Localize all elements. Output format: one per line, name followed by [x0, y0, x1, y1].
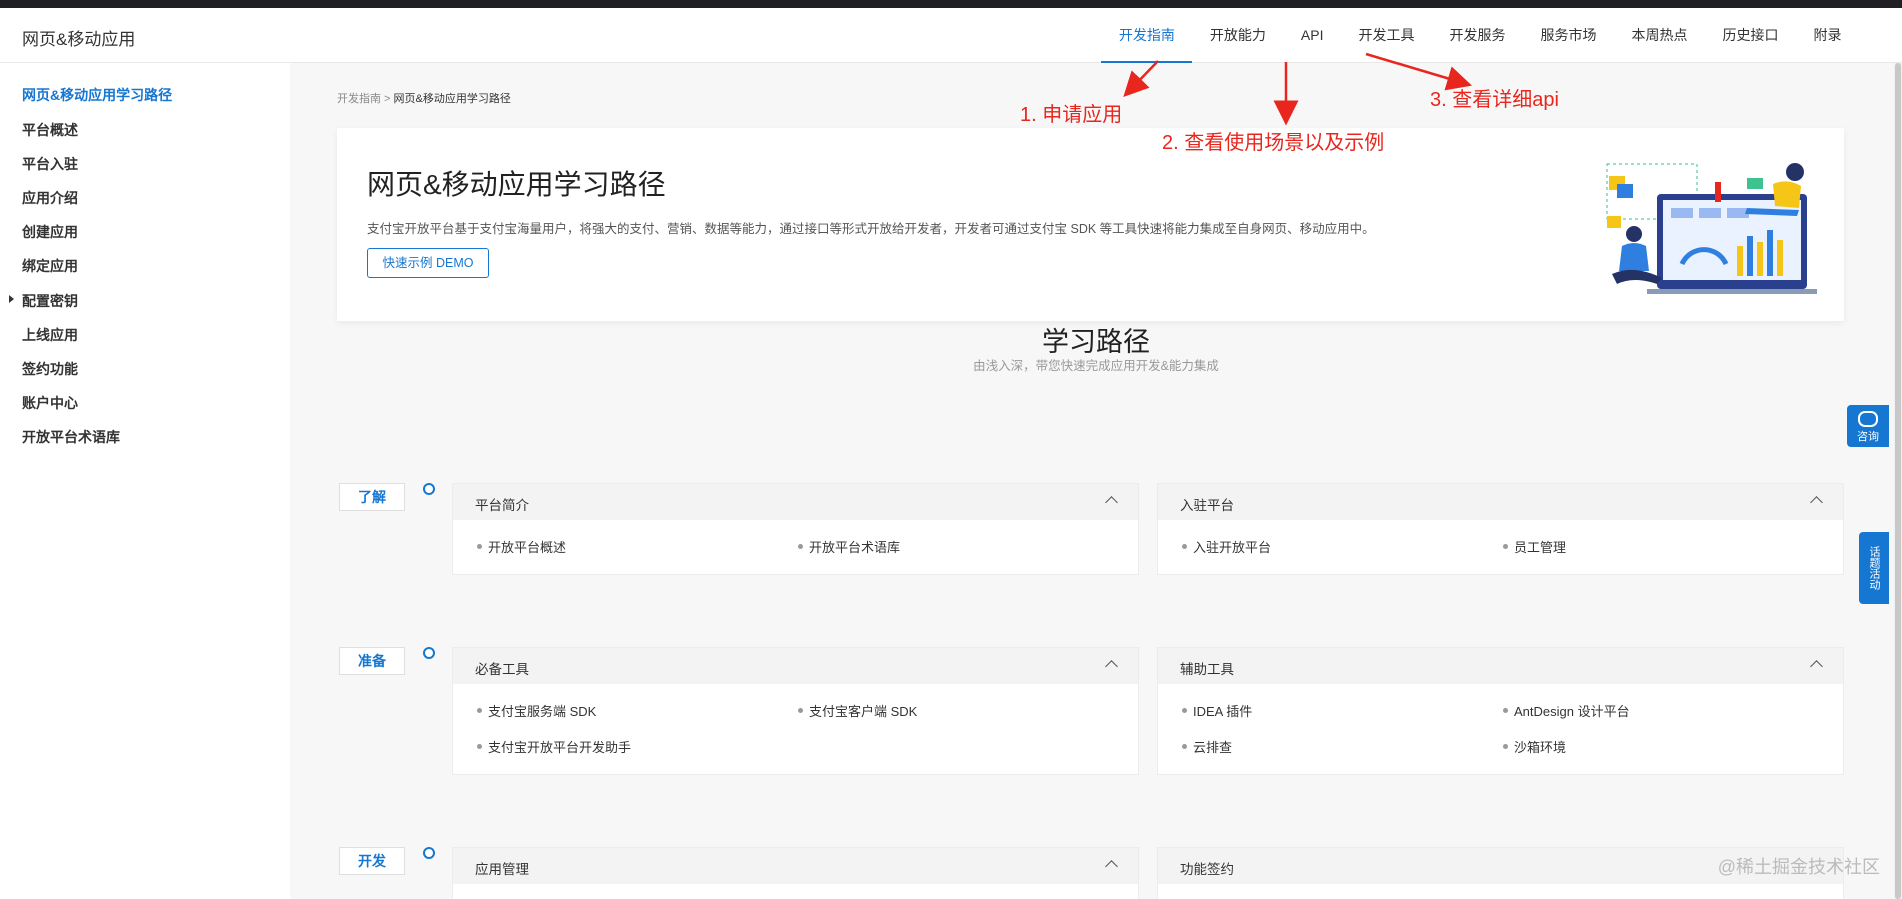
- hero-card: 网页&移动应用学习路径 支付宝开放平台基于支付宝海量用户，将强大的支付、营销、数…: [337, 128, 1844, 321]
- nav-appendix[interactable]: 附录: [1796, 8, 1859, 62]
- sidebar-item-sign-feature[interactable]: 签约功能: [22, 359, 78, 379]
- card-platform-intro: 平台简介 开放平台概述 开放平台术语库: [452, 483, 1139, 575]
- list-item[interactable]: 开放平台概述: [476, 537, 566, 556]
- top-strip: [0, 0, 1902, 8]
- breadcrumb-parent[interactable]: 开发指南: [337, 93, 381, 105]
- sidebar-item-config-key[interactable]: 配置密钥: [22, 291, 78, 311]
- card-header[interactable]: 入驻平台: [1158, 484, 1843, 520]
- sidebar-item-glossary[interactable]: 开放平台术语库: [22, 427, 120, 447]
- quick-demo-button[interactable]: 快速示例 DEMO: [367, 248, 489, 278]
- list-item[interactable]: 云排查: [1181, 737, 1232, 756]
- nav-dev-guide[interactable]: 开发指南: [1101, 8, 1193, 63]
- list-item[interactable]: AntDesign 设计平台: [1503, 701, 1630, 720]
- card-title: 应用管理: [475, 862, 529, 877]
- list-item[interactable]: 沙箱环境: [1502, 737, 1566, 756]
- nav-api[interactable]: API: [1283, 8, 1341, 62]
- sidebar-item-create-app[interactable]: 创建应用: [22, 222, 78, 242]
- breadcrumb-current: 网页&移动应用学习路径: [393, 93, 511, 105]
- annotation-apply-app: 1. 申请应用: [1020, 104, 1123, 126]
- card-title: 平台简介: [475, 498, 529, 513]
- sidebar-item-learning-path[interactable]: 网页&移动应用学习路径: [22, 85, 172, 105]
- caret-right-icon[interactable]: [9, 295, 14, 303]
- annotation-view-scenarios: 2. 查看使用场景以及示例: [1162, 132, 1385, 154]
- sidebar: 网页&移动应用学习路径 平台概述 平台入驻 应用介绍 创建应用 绑定应用 配置密…: [0, 63, 290, 899]
- top-nav: 开发指南 开放能力 API 开发工具 开发服务 服务市场 本周热点 历史接口 附…: [1101, 8, 1859, 63]
- card-join-platform: 入驻平台 入驻开放平台 员工管理: [1157, 483, 1844, 575]
- chevron-up-icon[interactable]: [1105, 660, 1118, 673]
- nav-dev-services[interactable]: 开发服务: [1432, 8, 1523, 62]
- nav-dev-tools[interactable]: 开发工具: [1341, 8, 1432, 62]
- sidebar-item-onboarding[interactable]: 平台入驻: [22, 154, 78, 174]
- nav-history-api[interactable]: 历史接口: [1705, 8, 1796, 62]
- stage-tag-develop: 开发: [339, 847, 405, 875]
- list-item[interactable]: 支付宝服务端 SDK: [476, 701, 596, 720]
- stage-dot-icon: [423, 483, 435, 495]
- chevron-up-icon[interactable]: [1105, 496, 1118, 509]
- card-required-tools: 必备工具 支付宝服务端 SDK 支付宝客户端 SDK 支付宝开放平台开发助手: [452, 647, 1139, 775]
- card-aux-tools: 辅助工具 IDEA 插件 AntDesign 设计平台 云排查 沙箱环境: [1157, 647, 1844, 775]
- watermark: @稀土掘金技术社区: [1717, 857, 1880, 877]
- card-header[interactable]: 应用管理: [453, 848, 1138, 884]
- list-item[interactable]: IDEA 插件: [1181, 701, 1252, 720]
- sidebar-item-account-center[interactable]: 账户中心: [22, 393, 78, 413]
- breadcrumb: 开发指南 > 网页&移动应用学习路径: [337, 90, 511, 106]
- main-content: 开发指南 > 网页&移动应用学习路径 网页&移动应用学习路径 支付宝开放平台基于…: [290, 63, 1902, 899]
- sidebar-item-app-intro[interactable]: 应用介绍: [22, 188, 78, 208]
- header: 网页&移动应用 开发指南 开放能力 API 开发工具 开发服务 服务市场 本周热…: [0, 8, 1902, 63]
- nav-service-market[interactable]: 服务市场: [1523, 8, 1614, 62]
- chat-bubble-icon: [1858, 411, 1878, 427]
- hero-description: 支付宝开放平台基于支付宝海量用户，将强大的支付、营销、数据等能力，通过接口等形式…: [367, 222, 1375, 236]
- card-title: 必备工具: [475, 662, 529, 677]
- stage-dot-icon: [423, 847, 435, 859]
- activity-label: 话题活动: [1868, 546, 1880, 590]
- list-item[interactable]: 入驻开放平台: [1181, 537, 1271, 556]
- activity-button[interactable]: 话题活动: [1859, 532, 1889, 604]
- list-item[interactable]: 支付宝开放平台开发助手: [476, 737, 631, 756]
- consult-button[interactable]: 咨询: [1847, 405, 1889, 447]
- nav-open-capability[interactable]: 开放能力: [1192, 8, 1283, 62]
- section-subtitle: 由浅入深，带您快速完成应用开发&能力集成: [973, 359, 1219, 373]
- nav-weekly-hot[interactable]: 本周热点: [1614, 8, 1705, 62]
- stage-tag-understand: 了解: [339, 483, 405, 511]
- consult-label: 咨询: [1857, 431, 1879, 443]
- card-title: 功能签约: [1180, 862, 1234, 877]
- list-item[interactable]: 员工管理: [1502, 537, 1566, 556]
- sidebar-item-bind-app[interactable]: 绑定应用: [22, 256, 78, 276]
- section-title: 学习路径: [1042, 327, 1150, 357]
- chevron-up-icon[interactable]: [1105, 860, 1118, 873]
- card-header[interactable]: 必备工具: [453, 648, 1138, 684]
- sidebar-item-launch-app[interactable]: 上线应用: [22, 325, 78, 345]
- card-title: 辅助工具: [1180, 662, 1234, 677]
- page-title: 网页&移动应用学习路径: [367, 169, 666, 200]
- card-title: 入驻平台: [1180, 498, 1234, 513]
- brand-title[interactable]: 网页&移动应用: [22, 25, 135, 50]
- chevron-up-icon[interactable]: [1810, 496, 1823, 509]
- card-header[interactable]: 平台简介: [453, 484, 1138, 520]
- card-header[interactable]: 辅助工具: [1158, 648, 1843, 684]
- list-item[interactable]: 开放平台术语库: [797, 537, 900, 556]
- stage-dot-icon: [423, 647, 435, 659]
- list-item[interactable]: 支付宝客户端 SDK: [797, 701, 917, 720]
- annotation-view-api: 3. 查看详细api: [1430, 89, 1559, 111]
- breadcrumb-separator: >: [381, 93, 394, 105]
- card-app-management: 应用管理: [452, 847, 1139, 899]
- stage-tag-prepare: 准备: [339, 647, 405, 675]
- chevron-up-icon[interactable]: [1810, 660, 1823, 673]
- sidebar-item-overview[interactable]: 平台概述: [22, 120, 78, 140]
- developer-illustration: [1606, 163, 1817, 294]
- scrollbar-thumb[interactable]: [1895, 63, 1901, 899]
